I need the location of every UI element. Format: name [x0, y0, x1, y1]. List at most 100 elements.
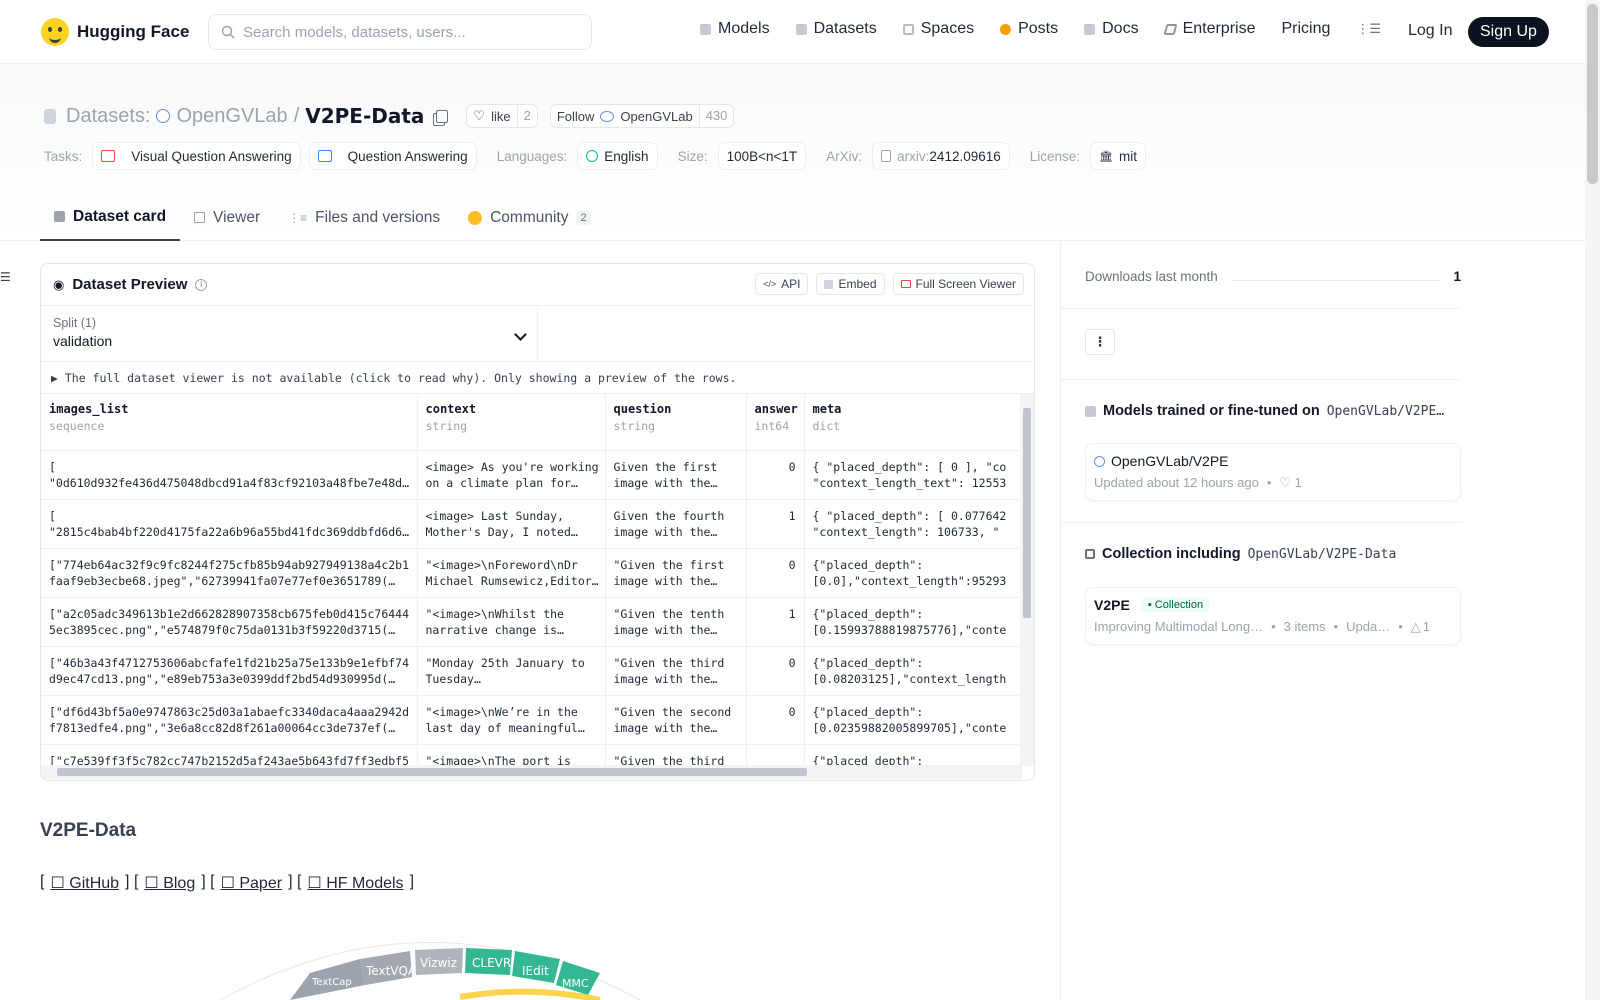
- brand-logo[interactable]: Hugging Face: [41, 18, 189, 46]
- nav-spaces[interactable]: Spaces: [902, 20, 975, 38]
- slash: /: [293, 104, 300, 127]
- preview-table: images_list sequence context string questi…: [41, 394, 1022, 779]
- community-icon: [468, 210, 483, 225]
- nav-links: Models Datasets Spaces Posts Docs Enterp…: [700, 20, 1381, 38]
- table-cell: 0: [746, 646, 805, 696]
- collection-card[interactable]: V2PE ▪ Collection Improving Multimodal Lo…: [1085, 587, 1461, 645]
- table-row[interactable]: [ "0d610d932fe436d475048dbcd91a4f83cf921…: [41, 450, 1022, 500]
- paper-icon: [881, 150, 892, 162]
- task-tag-vqa[interactable]: Visual Question Answering: [92, 142, 301, 170]
- login-link[interactable]: Log In: [1408, 22, 1452, 40]
- right-sidebar: Downloads last month 1 ⋮ Models trained …: [1060, 241, 1585, 1000]
- github-link[interactable]: ☐ GitHub: [50, 873, 119, 893]
- page-scrollbar[interactable]: [1585, 0, 1600, 1000]
- sidebar-toggle-icon[interactable]: ☰: [0, 270, 11, 284]
- hf-models-link[interactable]: ☐ HF Models: [307, 873, 403, 893]
- scroll-thumb[interactable]: [57, 768, 807, 776]
- link-icon: ☐: [220, 875, 240, 892]
- brand-name: Hugging Face: [77, 22, 190, 41]
- viewer-notice[interactable]: ▶ The full dataset viewer is not availab…: [41, 362, 1034, 394]
- preview-actions: </> API Embed Full Screen Viewer: [755, 273, 1024, 295]
- tab-community[interactable]: Community 2: [454, 194, 605, 241]
- table-cell: "<image>\nForeword\nDr Michael Rumsewicz…: [417, 548, 606, 598]
- wheel-segment: Vizwiz: [415, 948, 463, 975]
- nav-posts[interactable]: Posts: [1000, 20, 1058, 38]
- blog-link[interactable]: ☐ Blog: [144, 873, 195, 893]
- follow-org: OpenGVLab: [620, 108, 693, 124]
- column-type: string: [613, 419, 656, 433]
- nav-pricing[interactable]: Pricing: [1281, 20, 1330, 38]
- table-vertical-scrollbar[interactable]: [1020, 394, 1034, 766]
- table-row[interactable]: ["774eb64ac32f9c9fc8244f275cfb85b94ab927…: [41, 548, 1022, 598]
- table-cell: ["774eb64ac32f9c9fc8244f275cfb85b94ab927…: [41, 548, 418, 598]
- models-repo[interactable]: OpenGVLab/V2PE…: [1327, 404, 1444, 419]
- scroll-thumb[interactable]: [1023, 408, 1031, 618]
- table-horizontal-scrollbar[interactable]: [41, 765, 1021, 779]
- more-menu-button[interactable]: ⋮☰: [1356, 21, 1381, 37]
- info-icon[interactable]: i: [195, 278, 208, 291]
- search-input[interactable]: [243, 23, 573, 41]
- wheel-segment: CLEVR: [465, 948, 512, 975]
- task-label: Visual Question Answering: [131, 148, 292, 164]
- size-tag[interactable]: 100B<n<1T: [717, 142, 807, 170]
- table-header-row: images_list sequence context string questi…: [41, 394, 1022, 451]
- nav-spaces-label: Spaces: [920, 20, 975, 37]
- paper-link[interactable]: ☐ Paper: [221, 873, 283, 893]
- collection-repo[interactable]: OpenGVLab/V2PE-Data: [1248, 547, 1397, 562]
- task-tag-qa[interactable]: Question Answering: [308, 142, 477, 170]
- column-header[interactable]: answer int64: [746, 394, 805, 451]
- license-tag[interactable]: 🏛 mit: [1090, 142, 1147, 170]
- arxiv-label: ArXiv:: [826, 148, 863, 164]
- like-button[interactable]: ♡ like 2: [466, 104, 538, 128]
- split-dropdown[interactable]: Split (1) validation: [41, 306, 538, 362]
- table-cell: {"placed_depth": [0.08203125],"context_l…: [804, 646, 1022, 696]
- wheel-label: TextVQA: [365, 964, 417, 978]
- column-header[interactable]: images_list sequence: [41, 394, 418, 451]
- table-cell: "Given the third image with the…: [605, 646, 747, 696]
- cube-icon: [54, 211, 65, 222]
- tab-dataset-card[interactable]: Dataset card: [40, 194, 181, 241]
- org-avatar-icon: [156, 109, 171, 123]
- language-tag[interactable]: English: [577, 142, 658, 170]
- copy-icon[interactable]: [436, 109, 449, 123]
- top-navbar: Hugging Face Models Datasets Spaces Post…: [0, 0, 1585, 64]
- dot-separator: •: [1271, 619, 1276, 634]
- nav-enterprise[interactable]: Enterprise: [1163, 20, 1255, 38]
- api-button[interactable]: </> API: [755, 273, 809, 295]
- search-box[interactable]: [208, 14, 592, 50]
- table-row[interactable]: ["46b3a43f4712753606abcfafe1fd21b25a75e1…: [41, 646, 1022, 696]
- tab-files[interactable]: ⋮≡ Files and versions: [274, 194, 454, 241]
- scroll-thumb[interactable]: [1587, 4, 1598, 184]
- nav-docs[interactable]: Docs: [1084, 20, 1139, 38]
- preview-title: ◉ Dataset Preview i: [53, 276, 208, 293]
- org-avatar-icon: [1094, 455, 1105, 467]
- column-name: question: [613, 402, 672, 416]
- more-options-button[interactable]: ⋮: [1085, 329, 1115, 355]
- table-cell: [ "0d610d932fe436d475048dbcd91a4f83cf921…: [41, 450, 418, 500]
- code-icon: </>: [763, 279, 777, 289]
- signup-button[interactable]: Sign Up: [1468, 17, 1549, 47]
- follow-count: 430: [698, 105, 734, 127]
- table-row[interactable]: [ "2815c4bab4bf220d4175fa22a6b96a55bd41f…: [41, 499, 1022, 549]
- org-link[interactable]: OpenGVLab: [176, 105, 287, 128]
- tab-viewer[interactable]: Viewer: [180, 194, 274, 241]
- org-avatar-icon: [600, 110, 615, 122]
- follow-button[interactable]: Follow OpenGVLab 430: [549, 104, 735, 128]
- table-row[interactable]: ["a2c05adc349613b1e2d662828907358cb675fe…: [41, 597, 1022, 647]
- column-header[interactable]: meta dict: [804, 394, 1022, 451]
- column-name: meta: [812, 402, 842, 416]
- search-icon: [221, 25, 235, 39]
- arxiv-tag[interactable]: arxiv:2412.09616: [872, 142, 1010, 170]
- upvote-icon: △: [1410, 619, 1421, 634]
- column-header[interactable]: context string: [417, 394, 606, 451]
- column-type: string: [425, 419, 468, 433]
- column-header[interactable]: question string: [605, 394, 747, 451]
- embed-button[interactable]: Embed: [816, 273, 885, 295]
- fullscreen-viewer-button[interactable]: Full Screen Viewer: [892, 273, 1024, 295]
- nav-datasets[interactable]: Datasets: [795, 20, 877, 38]
- table-row[interactable]: ["df6d43bf5a0e9747863c25d03a1abaefc3340d…: [41, 695, 1022, 745]
- split-value: validation: [53, 333, 113, 349]
- model-card[interactable]: OpenGVLab/V2PE Updated about 12 hours ag…: [1085, 443, 1461, 501]
- size-label: Size:: [677, 148, 708, 164]
- nav-models[interactable]: Models: [700, 20, 770, 38]
